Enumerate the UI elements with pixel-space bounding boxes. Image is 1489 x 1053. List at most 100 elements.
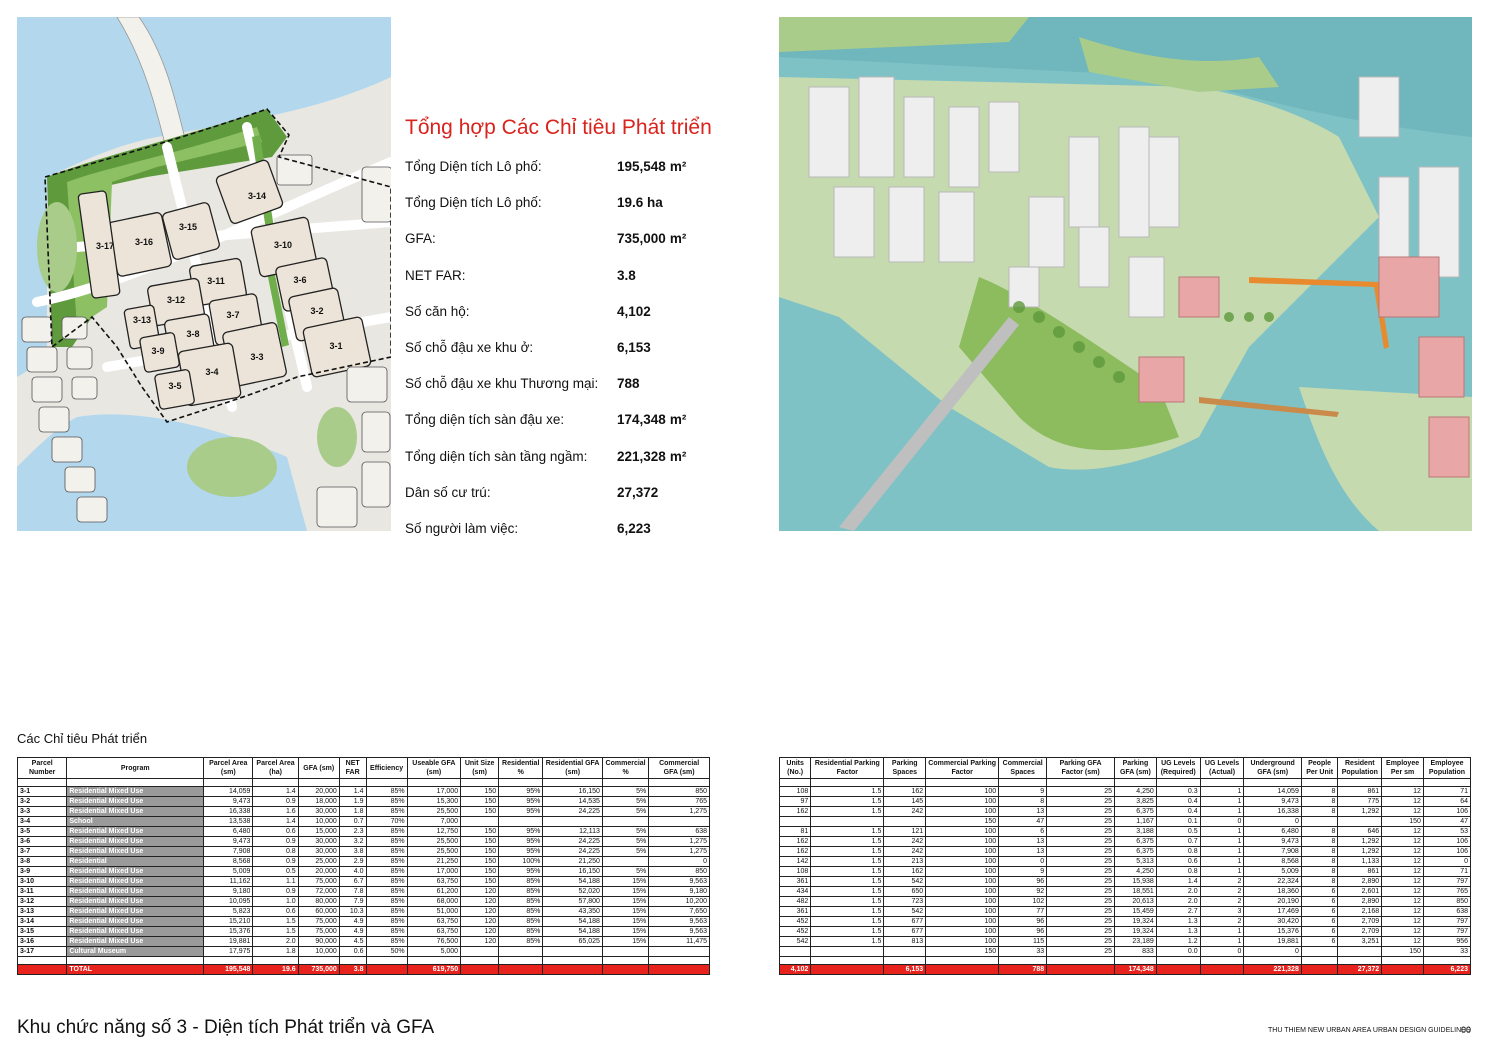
- table-cell: 8: [1300, 876, 1339, 887]
- table-cell: 25: [1046, 786, 1116, 797]
- table-cell: [1337, 816, 1383, 827]
- table-cell: 30,000: [297, 846, 340, 857]
- table-cell: 90,000: [297, 936, 340, 947]
- table-cell: 19,324: [1114, 926, 1157, 937]
- table-row: 108 1.5 162 100 9 25 4,250 0.3 1 14,059 8 861 12 71: [778, 786, 1472, 797]
- table-cell: 43,350: [542, 906, 603, 917]
- table-cell: 9,180: [648, 886, 710, 897]
- table-cell: 17,000: [406, 866, 462, 877]
- table-cell: 85%: [365, 806, 408, 817]
- table-cell: Residential Mixed Use: [66, 806, 205, 817]
- table-cell: 145: [883, 796, 927, 807]
- table-cell: 85%: [498, 906, 544, 917]
- table-cell: 3-9: [16, 866, 68, 877]
- table-row: 3-1 Residential Mixed Use 14,059 1.4 20,000 1…: [16, 786, 710, 797]
- table-cell: 3-2: [16, 796, 68, 807]
- table-header-row: Units (No.) Residential Parking Factor Par…: [778, 757, 1472, 779]
- table-cell: 108: [778, 866, 812, 877]
- table-cell: 25: [1046, 906, 1116, 917]
- table-cell: 25: [1046, 896, 1116, 907]
- table-cell: 12: [1381, 896, 1424, 907]
- table-cell: [460, 946, 500, 957]
- table-cell: 1,292: [1337, 846, 1383, 857]
- stats-row: Tổng diện tích sàn tầng ngầm: 221,328 m²: [405, 449, 735, 471]
- table-cell: 15,376: [203, 926, 254, 937]
- table-row: 3-6 Residential Mixed Use 9,473 0.9 30,000 3.…: [16, 836, 710, 847]
- table-cell: 12: [1381, 866, 1424, 877]
- table-cell: 6.7: [338, 876, 367, 887]
- table-cell: 4.9: [338, 926, 367, 937]
- table-cell: 15%: [601, 876, 650, 887]
- stats-row: Tổng diện tích sàn đậu xe: 174,348 m²: [405, 412, 735, 434]
- table-cell: 85%: [365, 906, 408, 917]
- table-cell: 6: [1300, 916, 1339, 927]
- parcel-label: 3-8: [186, 329, 199, 339]
- table-cell: 4,250: [1114, 866, 1157, 877]
- table-cell: 13: [998, 846, 1048, 857]
- table-cell: 77: [998, 906, 1048, 917]
- column-header: Parking GFA (sm): [1114, 757, 1157, 779]
- table-cell: 15,459: [1114, 906, 1157, 917]
- table-cell: 18,551: [1114, 886, 1157, 897]
- table-cell: 120: [460, 906, 500, 917]
- table-cell: [1300, 816, 1339, 827]
- table-cell: 100: [925, 786, 1000, 797]
- table-cell: 8: [1300, 836, 1339, 847]
- table-cell: 25: [1046, 826, 1116, 837]
- table-cell: 85%: [498, 916, 544, 927]
- table-cell: 1.5: [810, 936, 885, 947]
- column-header: UG Levels (Actual): [1199, 757, 1245, 779]
- table-cell: Residential Mixed Use: [66, 826, 205, 837]
- table-cell: 850: [648, 866, 710, 877]
- table-cell: 1.4: [338, 786, 367, 797]
- table-cell: 2: [1199, 876, 1245, 887]
- table-cell: 97: [778, 796, 812, 807]
- stats-row: Số căn hộ: 4,102: [405, 304, 735, 326]
- table-cell: 75,000: [297, 916, 340, 927]
- table-cell: 956: [1422, 936, 1472, 947]
- column-header: Useable GFA (sm): [406, 757, 462, 779]
- table-cell: 95%: [498, 786, 544, 797]
- total-cell: [498, 964, 544, 975]
- table-header-row: Parcel Number Program Parcel Area (sm) Parc…: [16, 757, 710, 779]
- table-cell: 23,189: [1114, 936, 1157, 947]
- table-cell: 150: [925, 816, 1000, 827]
- column-header: Commercial %: [601, 757, 650, 779]
- table-cell: 10,000: [297, 946, 340, 957]
- table-row: 162 1.5 242 100 13 25 6,375 0.8 1 7,908 8 1,292 12 10…: [778, 846, 1472, 857]
- stats-value: 174,348 m²: [617, 412, 686, 427]
- table-cell: 1: [1199, 836, 1245, 847]
- table-cell: 3-15: [16, 926, 68, 937]
- total-cell: TOTAL: [66, 964, 205, 975]
- column-header: Residential GFA (sm): [542, 757, 603, 779]
- table-cell: 85%: [365, 876, 408, 887]
- table-cell: 30,000: [297, 836, 340, 847]
- table-cell: 76,500: [406, 936, 462, 947]
- table-cell: 150: [460, 826, 500, 837]
- table-cell: 14,059: [1243, 786, 1302, 797]
- table-cell: [498, 816, 544, 827]
- table-cell: 30,420: [1243, 916, 1302, 927]
- table-cell: 1.5: [810, 856, 885, 867]
- table-cell: 3-14: [16, 916, 68, 927]
- table-cell: 85%: [365, 896, 408, 907]
- table-cell: 5%: [601, 826, 650, 837]
- table-cell: 1: [1199, 856, 1245, 867]
- table-cell: 85%: [365, 846, 408, 857]
- stats-row: Tổng Diện tích Lô phố: 19.6 ha: [405, 195, 735, 217]
- table-cell: 100: [925, 886, 1000, 897]
- table-cell: 1.6: [252, 806, 299, 817]
- table-cell: 452: [778, 926, 812, 937]
- table-cell: 1.3: [1155, 916, 1201, 927]
- table-cell: 25,000: [297, 856, 340, 867]
- table-cell: 18,000: [297, 796, 340, 807]
- table-cell: 1.5: [810, 786, 885, 797]
- total-cell: 619,750: [406, 964, 462, 975]
- table-cell: 20,000: [297, 786, 340, 797]
- table-cell: 12,113: [542, 826, 603, 837]
- table-cell: 150: [460, 836, 500, 847]
- table-cell: 3-13: [16, 906, 68, 917]
- table-cell: Residential Mixed Use: [66, 886, 205, 897]
- total-cell: 195,548: [203, 964, 254, 975]
- table-cell: 9,563: [648, 916, 710, 927]
